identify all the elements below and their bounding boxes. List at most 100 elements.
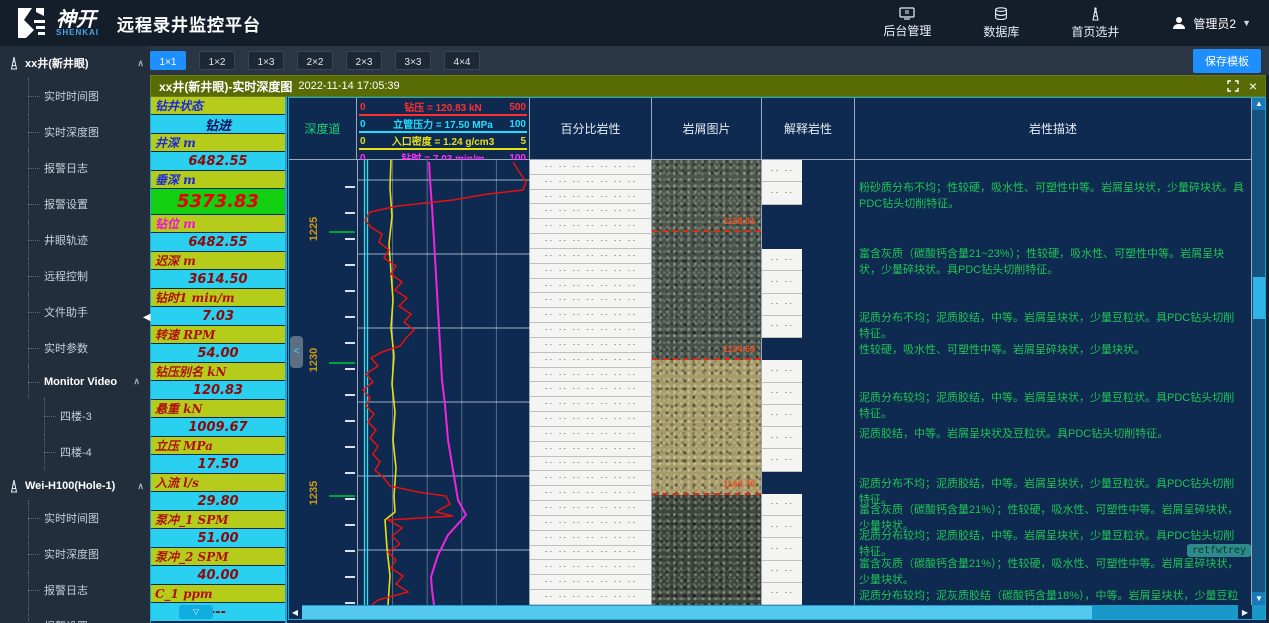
lith-symbol-row: -- -- -- -- -- -- --: [530, 264, 651, 279]
layout-button-3x3[interactable]: 3×3: [395, 51, 431, 70]
lith-symbol-row: -- -- -- -- -- -- --: [530, 412, 651, 427]
close-panel-icon[interactable]: ×: [1249, 80, 1257, 92]
sidebar-item-1-1[interactable]: 实时深度图: [0, 536, 150, 572]
param-dropdown-button[interactable]: ▽: [179, 605, 213, 619]
interp-symbol-row: -- --: [762, 427, 802, 449]
legend-max: 100: [509, 119, 526, 130]
depth-major-tick: [329, 362, 355, 364]
user-name: 管理员2: [1193, 15, 1236, 32]
sidebar-item-0-3[interactable]: 报警设置: [0, 186, 150, 222]
scroll-right-icon[interactable]: ▶: [1238, 605, 1252, 620]
sidebar-item-0-2[interactable]: 报警日志: [0, 150, 150, 186]
depth-log-chart: 深度道 0钻压 = 120.83 kN5000立管压力 = 17.50 MPa1…: [288, 97, 1252, 620]
collapse-caret-icon[interactable]: ∧: [137, 58, 144, 69]
well-name: xx井(新井眼): [25, 55, 89, 71]
vertical-scrollbar[interactable]: ▲ ▼: [1252, 97, 1266, 605]
panel-titlebar: xx井(新井眼)-实时深度图 2022-11-14 17:05:39 ×: [150, 75, 1266, 97]
brand-logo: 神开 SHENKAI: [14, 6, 99, 40]
save-template-button[interactable]: 保存模板: [1193, 49, 1261, 73]
lith-symbol-row: -- -- -- -- -- -- --: [530, 353, 651, 368]
well-node-0[interactable]: xx井(新井眼) ∧: [0, 46, 150, 78]
layout-button-1x1[interactable]: 1×1: [150, 51, 186, 70]
lith-description-track: retfwtrey 粉砂质分布不均；性较硬，吸水性、可塑性中等。岩屑呈块状，少量…: [855, 160, 1252, 605]
depth-minor-tick: [345, 186, 355, 188]
interp-symbol-row: [762, 472, 802, 494]
sidebar-item-0-1[interactable]: 实时深度图: [0, 114, 150, 150]
video-channel-0[interactable]: 四楼-3: [0, 398, 150, 434]
layout-button-2x3[interactable]: 2×3: [346, 51, 382, 70]
panel-title: xx井(新井眼)-实时深度图: [159, 78, 292, 95]
layout-button-1x3[interactable]: 1×3: [248, 51, 284, 70]
nav-database-label: 数据库: [983, 23, 1019, 40]
nav-admin[interactable]: 后台管理: [883, 7, 931, 39]
param-value-4: 3614.50: [151, 270, 285, 289]
video-channel-1[interactable]: 四楼-4: [0, 434, 150, 470]
param-value-0: 钻进: [151, 115, 285, 134]
depth-minor-tick: [345, 368, 355, 370]
scroll-up-icon[interactable]: ▲: [1252, 97, 1266, 110]
well-node-1[interactable]: Wei-H100(Hole-1) ∧: [0, 470, 150, 500]
user-dropdown-caret-icon: ▼: [1242, 18, 1251, 28]
lith-description-10: 泥质分布较均；泥灰质胶结（碳酸钙含量18%），中等。岩屑呈块状，少量豆粒状。具P…: [859, 588, 1245, 605]
lith-symbol-row: -- -- -- -- -- -- --: [530, 338, 651, 353]
layout-button-2x2[interactable]: 2×2: [297, 51, 333, 70]
legend-min: 0: [360, 102, 366, 113]
collapse-caret-icon[interactable]: ∧: [133, 376, 140, 387]
sidebar-item-1-3[interactable]: 报警设置: [0, 608, 150, 623]
scroll-left-icon[interactable]: ◀: [288, 605, 302, 620]
well-name: Wei-H100(Hole-1): [25, 480, 115, 492]
horizontal-scroll-thumb[interactable]: [302, 606, 1092, 619]
photo-depth-label: 1128.81: [723, 216, 755, 226]
layout-toolbar: 1×1 1×2 1×3 2×2 2×3 3×3 4×4 保存模板: [150, 46, 1269, 75]
depth-major-tick: [329, 495, 355, 497]
nav-database[interactable]: 数据库: [983, 7, 1019, 40]
param-value-6: 54.00: [151, 344, 285, 363]
sidebar-collapse-handle-icon[interactable]: ◀: [143, 312, 151, 323]
fullscreen-icon[interactable]: [1227, 80, 1239, 92]
depth-minor-tick: [345, 212, 355, 214]
sidebar-item-0-0[interactable]: 实时时间图: [0, 78, 150, 114]
lith-symbol-row: -- -- -- -- -- -- --: [530, 546, 651, 561]
lith-symbol-row: -- -- -- -- -- -- --: [530, 471, 651, 486]
legend-name: 钻压 = 120.83 kN: [359, 99, 527, 114]
layout-button-1x2[interactable]: 1×2: [199, 51, 235, 70]
sidebar-item-0-6[interactable]: 文件助手: [0, 294, 150, 330]
sidebar-item-1-0[interactable]: 实时时间图: [0, 500, 150, 536]
sidebar-item-0-4[interactable]: 井眼轨迹: [0, 222, 150, 258]
nav-well-select[interactable]: 首页选井: [1071, 7, 1119, 40]
param-label-7: 钻压别名 kN: [151, 363, 285, 381]
param-label-2: 垂深 m: [151, 171, 285, 189]
legend-min: 0: [360, 136, 366, 147]
lith-symbol-row: -- -- -- -- -- -- --: [530, 204, 651, 219]
collapse-caret-icon[interactable]: ∧: [137, 481, 144, 492]
param-label-5: 钻时1 min/m: [151, 289, 285, 307]
sidebar-item-0-5[interactable]: 远程控制: [0, 258, 150, 294]
param-label-0: 钻井状态: [151, 97, 285, 115]
sidebar-item-0-7[interactable]: 实时参数: [0, 330, 150, 366]
interpreted-lith-header: 解释岩性: [761, 97, 855, 160]
depth-label: 1230: [308, 343, 320, 377]
lith-symbol-row: -- -- -- -- -- -- --: [530, 382, 651, 397]
legend-row-2: 0入口密度 = 1.24 g/cm35: [359, 133, 527, 150]
lith-description-9: 富含灰质（碳酸钙含量21%）；性较硬，吸水性、可塑性中等。岩屑呈碎块状，少量块状…: [859, 556, 1245, 588]
depth-minor-tick: [345, 420, 355, 422]
depth-minor-tick: [345, 446, 355, 448]
param-value-1: 6482.55: [151, 152, 285, 171]
track-collapse-button[interactable]: <: [290, 336, 303, 368]
sidebar-item-1-2[interactable]: 报警日志: [0, 572, 150, 608]
param-label-3: 钻位 m: [151, 215, 285, 233]
depth-minor-tick: [345, 264, 355, 266]
lith-symbol-row: -- -- -- -- -- -- --: [530, 175, 651, 190]
vertical-scroll-thumb[interactable]: [1253, 277, 1265, 319]
scroll-down-icon[interactable]: ▼: [1252, 592, 1266, 605]
lith-symbol-row: -- -- -- -- -- -- --: [530, 442, 651, 457]
depth-minor-tick: [345, 498, 355, 500]
sidebar-group-monitor-video[interactable]: Monitor Video∧: [0, 366, 150, 398]
user-menu[interactable]: 管理员2 ▼: [1171, 15, 1251, 32]
depth-minor-tick: [345, 394, 355, 396]
horizontal-scrollbar[interactable]: ◀ ▶: [288, 605, 1266, 620]
layout-button-4x4[interactable]: 4×4: [444, 51, 480, 70]
param-label-6: 转速 RPM: [151, 326, 285, 344]
param-label-8: 悬重 kN: [151, 400, 285, 418]
lith-symbol-row: -- -- -- -- -- -- --: [530, 219, 651, 234]
